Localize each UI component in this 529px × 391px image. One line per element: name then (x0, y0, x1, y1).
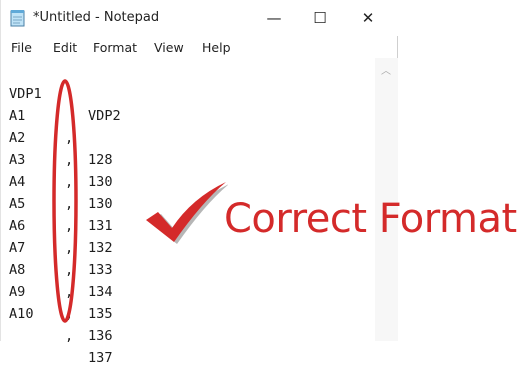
row-separator: , (65, 152, 74, 168)
row-col2: 132 (88, 240, 113, 256)
row-separator: , (65, 328, 74, 344)
row-col2: 136 (88, 328, 113, 344)
row-separator: , (65, 174, 74, 190)
editor-line: A2 , 130 (9, 105, 113, 190)
menu-view[interactable]: View (154, 40, 184, 55)
maximize-button[interactable]: ☐ (297, 0, 343, 36)
editor-line: A10 , 137 (9, 281, 113, 366)
editor-line: A5 , 132 (9, 171, 113, 256)
row-col2: 137 (88, 350, 113, 366)
row-separator: , (65, 196, 74, 212)
row-col2: 135 (88, 306, 113, 322)
close-button[interactable]: ✕ (345, 0, 391, 36)
row-separator: , (65, 240, 74, 256)
editor-line: A9 , 136 (9, 259, 113, 344)
editor-line: A6 , 133 (9, 193, 113, 278)
scroll-up-icon[interactable]: ︿ (378, 66, 394, 78)
editor-header-line: VDP1 VDP2 (9, 61, 121, 124)
minimize-button[interactable]: — (251, 0, 297, 36)
header-col2: VDP2 (88, 108, 121, 124)
minimize-icon: — (266, 9, 282, 27)
row-separator: , (65, 262, 74, 278)
row-col2: 134 (88, 284, 113, 300)
editor-line: A7 , 134 (9, 215, 113, 300)
row-col2: 130 (88, 174, 113, 190)
menu-file[interactable]: File (11, 40, 32, 55)
checkmark-icon (146, 182, 228, 244)
editor-line: A8 , 135 (9, 237, 113, 322)
row-col2: 130 (88, 196, 113, 212)
title-bar[interactable]: *Untitled - Notepad — ☐ ✕ (1, 0, 398, 36)
maximize-icon: ☐ (313, 9, 327, 27)
notepad-window: *Untitled - Notepad — ☐ ✕ File Edit Form… (0, 0, 398, 366)
editor-line: A4 , 131 (9, 149, 113, 234)
editor-line: A3 , 130 (9, 127, 113, 212)
editor-line: A1 , 128 (9, 83, 113, 168)
window-title: *Untitled - Notepad (33, 10, 160, 25)
row-col2: 131 (88, 218, 113, 234)
menu-format[interactable]: Format (93, 40, 137, 55)
close-icon: ✕ (361, 9, 375, 27)
row-col2: 133 (88, 262, 113, 278)
annotation-label: Correct Format (224, 196, 517, 242)
row-separator: , (65, 130, 74, 146)
row-separator: , (65, 284, 74, 300)
notepad-icon (10, 10, 25, 27)
menu-bar: File Edit Format View Help (1, 38, 398, 58)
row-separator: , (65, 306, 74, 322)
row-separator: , (65, 218, 74, 234)
menu-edit[interactable]: Edit (53, 40, 77, 55)
row-col2: 128 (88, 152, 113, 168)
menu-help[interactable]: Help (202, 40, 231, 55)
row-col1: A10 (9, 306, 34, 322)
